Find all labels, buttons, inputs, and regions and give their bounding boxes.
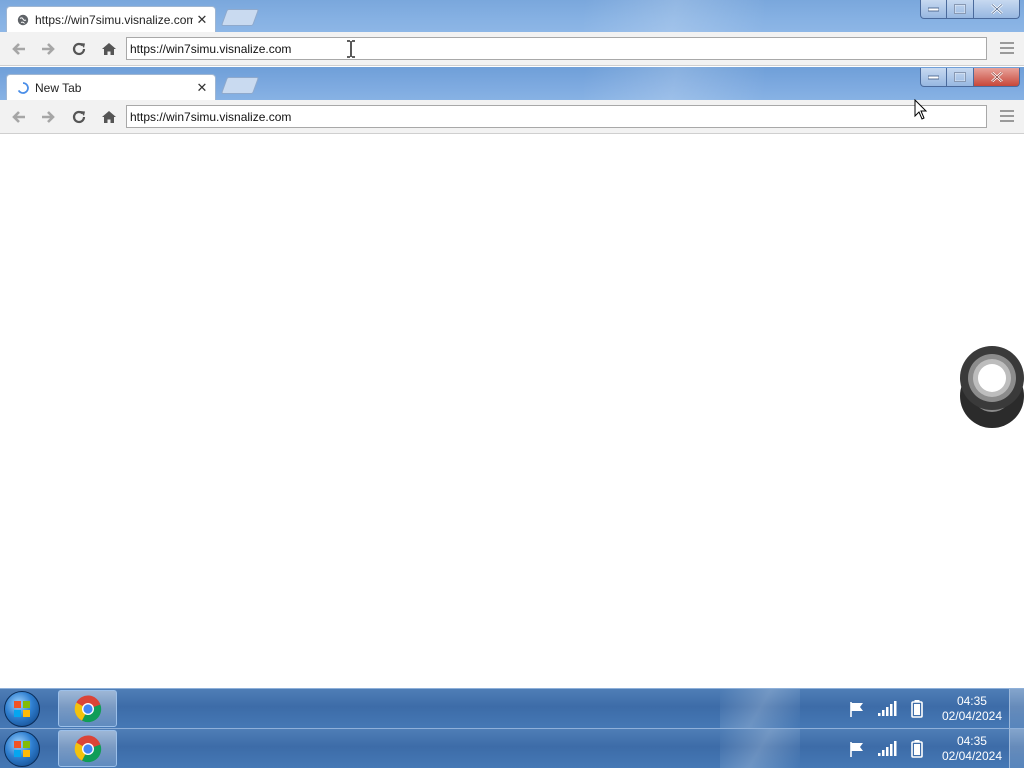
- minimize-icon: [928, 7, 939, 12]
- system-tray: 04:35 02/04/2024: [846, 729, 1024, 768]
- browser-tab[interactable]: https://win7simu.visnalize.com ✕: [6, 6, 216, 32]
- windows-orb-icon[interactable]: [4, 691, 40, 727]
- arrow-cursor-icon: [914, 99, 928, 120]
- minimize-button[interactable]: [920, 0, 947, 19]
- forward-button[interactable]: [38, 107, 58, 127]
- home-button[interactable]: [99, 107, 119, 127]
- browser-tab-front[interactable]: New Tab ✕: [6, 74, 216, 100]
- browser-titlebar: https://win7simu.visnalize.com ✕: [0, 0, 1024, 32]
- back-button[interactable]: [9, 107, 29, 127]
- clock-date: 02/04/2024: [941, 708, 1002, 723]
- home-icon: [102, 43, 116, 55]
- taskbar: 04:35 02/04/2024: [0, 688, 1024, 728]
- show-desktop-button[interactable]: [1009, 689, 1024, 728]
- tab-title-front: New Tab: [35, 80, 82, 95]
- battery-icon[interactable]: [906, 738, 928, 760]
- clock-date: 02/04/2024: [941, 748, 1002, 763]
- minimize-button[interactable]: [920, 68, 947, 87]
- minimize-icon: [928, 75, 939, 80]
- window-controls: [920, 0, 1020, 19]
- show-desktop-button[interactable]: [1009, 729, 1024, 768]
- floating-record-button-icon[interactable]: [960, 346, 1024, 428]
- taskbar-duplicate: 04:35 02/04/2024: [0, 728, 1024, 768]
- taskbar-chrome-button[interactable]: [58, 690, 117, 727]
- taskbar-clock[interactable]: 04:35 02/04/2024: [942, 694, 1002, 724]
- new-tab-button[interactable]: [220, 77, 260, 94]
- browser-toolbar: [0, 32, 1024, 66]
- battery-icon[interactable]: [906, 698, 928, 720]
- close-icon: [990, 72, 1003, 82]
- clock-time: 04:35: [956, 693, 987, 708]
- network-signal-icon[interactable]: [876, 698, 898, 720]
- taskbar-chrome-button[interactable]: [58, 730, 117, 767]
- menu-icon[interactable]: [1000, 110, 1014, 122]
- windows-orb-icon[interactable]: [4, 731, 40, 767]
- maximize-button[interactable]: [947, 0, 974, 19]
- tab-close-icon[interactable]: ✕: [193, 12, 211, 28]
- home-button[interactable]: [99, 39, 119, 59]
- tab-close-icon[interactable]: ✕: [193, 80, 211, 96]
- text-cursor-icon: [347, 40, 355, 58]
- reload-icon: [72, 110, 86, 124]
- reload-button[interactable]: [69, 107, 89, 127]
- clock-time: 04:35: [956, 733, 987, 748]
- address-bar[interactable]: [126, 37, 987, 60]
- loading-spinner-icon: [17, 81, 29, 94]
- page-viewport: [0, 134, 1024, 688]
- maximize-button[interactable]: [947, 68, 974, 87]
- reload-icon: [72, 42, 86, 56]
- chrome-icon: [74, 735, 101, 762]
- system-tray: 04:35 02/04/2024: [846, 689, 1024, 728]
- back-arrow-icon: [12, 43, 25, 55]
- forward-arrow-icon: [42, 111, 55, 123]
- close-button[interactable]: [974, 0, 1020, 19]
- home-icon: [102, 111, 116, 123]
- reload-button[interactable]: [69, 39, 89, 59]
- address-bar-front[interactable]: [126, 105, 987, 128]
- globe-icon: [17, 14, 29, 26]
- taskbar-clock[interactable]: 04:35 02/04/2024: [942, 734, 1002, 764]
- new-tab-button[interactable]: [220, 9, 260, 26]
- tab-title: https://win7simu.visnalize.com: [35, 12, 193, 27]
- forward-button[interactable]: [38, 39, 58, 59]
- close-icon: [990, 4, 1003, 14]
- browser-toolbar-front: [0, 100, 1024, 134]
- chrome-icon: [74, 695, 101, 722]
- back-arrow-icon: [12, 111, 25, 123]
- network-signal-icon[interactable]: [876, 738, 898, 760]
- forward-arrow-icon: [42, 43, 55, 55]
- action-center-flag-icon[interactable]: [846, 738, 868, 760]
- maximize-icon: [954, 4, 966, 14]
- browser-titlebar-front: New Tab ✕: [0, 67, 1024, 100]
- close-button[interactable]: [974, 68, 1020, 87]
- action-center-flag-icon[interactable]: [846, 698, 868, 720]
- window-controls-front: [920, 68, 1020, 87]
- maximize-icon: [954, 72, 966, 82]
- back-button[interactable]: [9, 39, 29, 59]
- menu-icon[interactable]: [1000, 42, 1014, 54]
